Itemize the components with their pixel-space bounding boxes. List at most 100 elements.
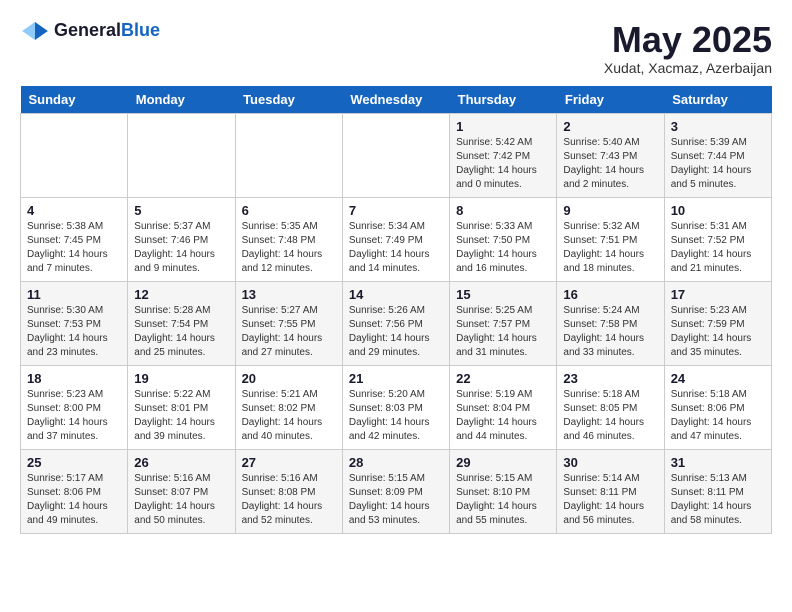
calendar-cell: 11 Sunrise: 5:30 AMSunset: 7:53 PMDayligh… [21, 281, 128, 365]
day-detail: Sunrise: 5:18 AMSunset: 8:06 PMDaylight:… [671, 388, 765, 444]
calendar-cell: 28 Sunrise: 5:15 AMSunset: 8:09 PMDayligh… [342, 449, 449, 533]
calendar-cell: 27Sunrise: 5:16 AMSunset: 8:08 PMDayligh… [235, 449, 342, 533]
day-detail: Sunrise: 5:34 AMSunset: 7:49 PMDaylight:… [349, 220, 443, 276]
calendar-cell: 17 Sunrise: 5:23 AMSunset: 7:59 PMDayligh… [664, 281, 771, 365]
calendar-cell: 19Sunrise: 5:22 AMSunset: 8:01 PMDayligh… [128, 365, 235, 449]
day-detail: Sunrise: 5:27 AMSunset: 7:55 PMDaylight:… [242, 304, 336, 360]
calendar-cell: 23 Sunrise: 5:18 AMSunset: 8:05 PMDayligh… [557, 365, 664, 449]
calendar-cell: 3Sunrise: 5:39 AMSunset: 7:44 PMDaylight… [664, 113, 771, 197]
day-header-tuesday: Tuesday [235, 86, 342, 114]
day-number: 27 [242, 455, 336, 470]
day-header-saturday: Saturday [664, 86, 771, 114]
day-number: 24 [671, 371, 765, 386]
calendar-cell: 9Sunrise: 5:32 AMSunset: 7:51 PMDaylight… [557, 197, 664, 281]
day-header-thursday: Thursday [450, 86, 557, 114]
calendar-week-row: 4 Sunrise: 5:38 AMSunset: 7:45 PMDaylight… [21, 197, 772, 281]
calendar-table: SundayMondayTuesdayWednesdayThursdayFrid… [20, 86, 772, 534]
logo: GeneralBlue [20, 20, 160, 40]
calendar-cell: 30Sunrise: 5:14 AMSunset: 8:11 PMDayligh… [557, 449, 664, 533]
day-number: 15 [456, 287, 550, 302]
day-number: 28 [349, 455, 443, 470]
day-number: 5 [134, 203, 228, 218]
day-number: 13 [242, 287, 336, 302]
day-detail: Sunrise: 5:42 AMSunset: 7:42 PMDaylight:… [456, 136, 550, 192]
title-block: May 2025 Xudat, Xacmaz, Azerbaijan [604, 20, 772, 76]
day-number: 7 [349, 203, 443, 218]
day-number: 4 [27, 203, 121, 218]
day-number: 29 [456, 455, 550, 470]
calendar-cell: 18Sunrise: 5:23 AMSunset: 8:00 PMDayligh… [21, 365, 128, 449]
calendar-week-row: 1 Sunrise: 5:42 AMSunset: 7:42 PMDaylight… [21, 113, 772, 197]
calendar-cell: 4 Sunrise: 5:38 AMSunset: 7:45 PMDaylight… [21, 197, 128, 281]
day-header-sunday: Sunday [21, 86, 128, 114]
logo-icon [20, 22, 50, 40]
logo-general: General [54, 20, 121, 40]
page-header: GeneralBlue May 2025 Xudat, Xacmaz, Azer… [20, 20, 772, 76]
calendar-cell [235, 113, 342, 197]
calendar-cell: 7 Sunrise: 5:34 AMSunset: 7:49 PMDaylight… [342, 197, 449, 281]
day-number: 31 [671, 455, 765, 470]
day-number: 30 [563, 455, 657, 470]
day-detail: Sunrise: 5:30 AMSunset: 7:53 PMDaylight:… [27, 304, 121, 360]
day-detail: Sunrise: 5:22 AMSunset: 8:01 PMDaylight:… [134, 388, 228, 444]
day-detail: Sunrise: 5:23 AMSunset: 7:59 PMDaylight:… [671, 304, 765, 360]
day-detail: Sunrise: 5:38 AMSunset: 7:45 PMDaylight:… [27, 220, 121, 276]
day-detail: Sunrise: 5:15 AMSunset: 8:10 PMDaylight:… [456, 472, 550, 528]
day-detail: Sunrise: 5:31 AMSunset: 7:52 PMDaylight:… [671, 220, 765, 276]
day-number: 25 [27, 455, 121, 470]
day-detail: Sunrise: 5:20 AMSunset: 8:03 PMDaylight:… [349, 388, 443, 444]
day-number: 17 [671, 287, 765, 302]
calendar-week-row: 25Sunrise: 5:17 AMSunset: 8:06 PMDayligh… [21, 449, 772, 533]
day-number: 23 [563, 371, 657, 386]
day-detail: Sunrise: 5:35 AMSunset: 7:48 PMDaylight:… [242, 220, 336, 276]
calendar-cell: 15 Sunrise: 5:25 AMSunset: 7:57 PMDayligh… [450, 281, 557, 365]
logo-blue: Blue [121, 20, 160, 40]
calendar-cell: 1 Sunrise: 5:42 AMSunset: 7:42 PMDaylight… [450, 113, 557, 197]
calendar-cell: 29 Sunrise: 5:15 AMSunset: 8:10 PMDayligh… [450, 449, 557, 533]
calendar-cell [128, 113, 235, 197]
day-detail: Sunrise: 5:33 AMSunset: 7:50 PMDaylight:… [456, 220, 550, 276]
month-title: May 2025 [604, 20, 772, 60]
calendar-cell: 13 Sunrise: 5:27 AMSunset: 7:55 PMDayligh… [235, 281, 342, 365]
location: Xudat, Xacmaz, Azerbaijan [604, 60, 772, 76]
day-number: 16 [563, 287, 657, 302]
day-number: 11 [27, 287, 121, 302]
day-detail: Sunrise: 5:32 AMSunset: 7:51 PMDaylight:… [563, 220, 657, 276]
calendar-week-row: 11 Sunrise: 5:30 AMSunset: 7:53 PMDayligh… [21, 281, 772, 365]
day-detail: Sunrise: 5:25 AMSunset: 7:57 PMDaylight:… [456, 304, 550, 360]
calendar-cell: 12Sunrise: 5:28 AMSunset: 7:54 PMDayligh… [128, 281, 235, 365]
calendar-week-row: 18Sunrise: 5:23 AMSunset: 8:00 PMDayligh… [21, 365, 772, 449]
calendar-cell: 31 Sunrise: 5:13 AMSunset: 8:11 PMDayligh… [664, 449, 771, 533]
calendar-cell: 24 Sunrise: 5:18 AMSunset: 8:06 PMDayligh… [664, 365, 771, 449]
day-number: 20 [242, 371, 336, 386]
calendar-cell: 5 Sunrise: 5:37 AMSunset: 7:46 PMDaylight… [128, 197, 235, 281]
day-number: 8 [456, 203, 550, 218]
day-detail: Sunrise: 5:18 AMSunset: 8:05 PMDaylight:… [563, 388, 657, 444]
calendar-header-row: SundayMondayTuesdayWednesdayThursdayFrid… [21, 86, 772, 114]
calendar-cell: 10 Sunrise: 5:31 AMSunset: 7:52 PMDayligh… [664, 197, 771, 281]
calendar-cell: 16 Sunrise: 5:24 AMSunset: 7:58 PMDayligh… [557, 281, 664, 365]
calendar-cell: 22Sunrise: 5:19 AMSunset: 8:04 PMDayligh… [450, 365, 557, 449]
day-header-monday: Monday [128, 86, 235, 114]
day-detail: Sunrise: 5:37 AMSunset: 7:46 PMDaylight:… [134, 220, 228, 276]
day-detail: Sunrise: 5:24 AMSunset: 7:58 PMDaylight:… [563, 304, 657, 360]
day-number: 2 [563, 119, 657, 134]
day-detail: Sunrise: 5:13 AMSunset: 8:11 PMDaylight:… [671, 472, 765, 528]
day-number: 6 [242, 203, 336, 218]
day-number: 12 [134, 287, 228, 302]
day-detail: Sunrise: 5:23 AMSunset: 8:00 PMDaylight:… [27, 388, 121, 444]
day-number: 1 [456, 119, 550, 134]
day-header-friday: Friday [557, 86, 664, 114]
day-detail: Sunrise: 5:21 AMSunset: 8:02 PMDaylight:… [242, 388, 336, 444]
calendar-cell [21, 113, 128, 197]
calendar-cell: 21 Sunrise: 5:20 AMSunset: 8:03 PMDayligh… [342, 365, 449, 449]
day-number: 3 [671, 119, 765, 134]
calendar-cell: 20 Sunrise: 5:21 AMSunset: 8:02 PMDayligh… [235, 365, 342, 449]
day-detail: Sunrise: 5:16 AMSunset: 8:07 PMDaylight:… [134, 472, 228, 528]
day-number: 21 [349, 371, 443, 386]
calendar-cell: 26Sunrise: 5:16 AMSunset: 8:07 PMDayligh… [128, 449, 235, 533]
day-detail: Sunrise: 5:15 AMSunset: 8:09 PMDaylight:… [349, 472, 443, 528]
day-number: 10 [671, 203, 765, 218]
day-detail: Sunrise: 5:19 AMSunset: 8:04 PMDaylight:… [456, 388, 550, 444]
calendar-cell: 2Sunrise: 5:40 AMSunset: 7:43 PMDaylight… [557, 113, 664, 197]
